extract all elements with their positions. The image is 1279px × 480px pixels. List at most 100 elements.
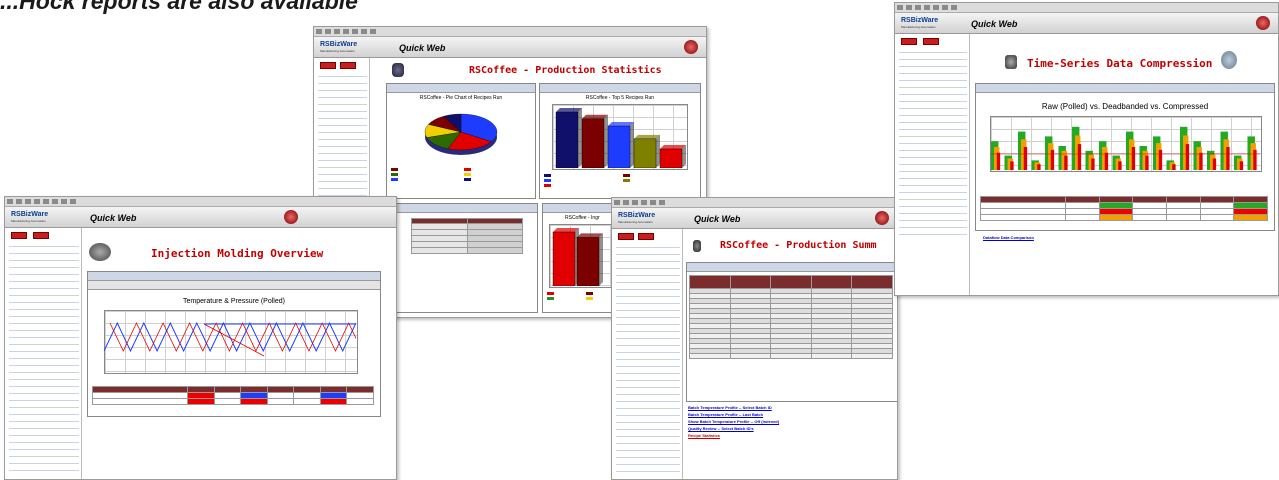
bar-top xyxy=(608,122,634,126)
comparison-link[interactable]: Dataflow Data Comparison xyxy=(983,235,1034,240)
window-injection-molding: RSBizWare Manufacturing Automation Quick … xyxy=(4,196,397,480)
bar-side xyxy=(578,108,582,168)
compressed-bar xyxy=(1091,158,1095,170)
sidebar-button[interactable] xyxy=(923,38,939,45)
report-link[interactable]: Recipe Statistics xyxy=(688,433,779,438)
page-title: RSCoffee - Production Summ xyxy=(720,240,877,251)
trend-line xyxy=(203,323,265,357)
table-row xyxy=(689,353,893,359)
browser-toolbar xyxy=(314,27,706,37)
sidebar-button[interactable] xyxy=(340,62,356,69)
temperature-chart-panel: Temperature & Pressure (Polled) xyxy=(87,271,381,417)
company-emblem-icon xyxy=(1256,16,1270,30)
logo: RSBizWare Manufacturing Automation xyxy=(901,17,939,29)
product-name: Quick Web xyxy=(971,19,1018,29)
navigation-tree[interactable] xyxy=(616,243,680,475)
legend-entry xyxy=(623,174,696,177)
sidebar-button[interactable] xyxy=(618,233,634,240)
bar-side xyxy=(682,144,686,168)
table-cell xyxy=(770,353,812,359)
coffee-icon xyxy=(392,63,404,77)
sidebar-button[interactable] xyxy=(901,38,917,45)
sidebar xyxy=(5,228,82,479)
temperature-pressure-line-chart xyxy=(104,321,356,357)
compressed-bar xyxy=(1037,164,1041,170)
compressed-bar xyxy=(1010,161,1014,170)
summary-table-panel xyxy=(686,262,897,402)
bar-legend xyxy=(544,174,696,187)
report-link[interactable]: Show Batch Temperature Profile -- Off (I… xyxy=(688,419,779,424)
panel-toolbar xyxy=(88,281,380,290)
bar-side xyxy=(599,233,603,286)
browser-toolbar xyxy=(612,198,897,208)
bar-chart-title: RSCoffee - Top 5 Recipes Run xyxy=(585,95,655,101)
chart-title: Raw (Polled) vs. Deadbanded vs. Compress… xyxy=(1041,102,1209,111)
compressed-bar xyxy=(1050,149,1055,170)
ingredients-bar-chart xyxy=(552,228,603,286)
report-link[interactable]: Batch Temperature Profile -- Last Batch xyxy=(688,412,779,417)
legend-entry xyxy=(464,178,531,181)
bar-top xyxy=(660,144,686,149)
sidebar-button[interactable] xyxy=(33,232,49,239)
bar-top xyxy=(577,233,603,238)
table-cell xyxy=(810,353,853,359)
pie-chart-title: RSCoffee - Pie Chart of Recipes Run xyxy=(419,95,503,101)
series-line-temperature xyxy=(109,322,356,352)
sidebar-button[interactable] xyxy=(638,233,654,240)
table-cell xyxy=(689,353,731,359)
sidebar-button[interactable] xyxy=(320,62,336,69)
ingredients-legend xyxy=(547,292,619,300)
ingredients-table-panel xyxy=(396,203,538,313)
compressed-bar xyxy=(1104,152,1109,170)
page-headline: ...Hock reports are also available xyxy=(0,0,358,14)
bar-top xyxy=(556,108,582,112)
logo: RSBizWare Manufacturing Automation xyxy=(11,211,49,223)
sidebar xyxy=(895,34,970,295)
series-line-pressure xyxy=(104,321,356,353)
page-title: RSCoffee - Production Statistics xyxy=(469,65,662,76)
bar xyxy=(552,231,576,286)
report-links: Batch Temperature Profile -- Select Batc… xyxy=(688,405,779,438)
product-name: Quick Web xyxy=(694,214,741,224)
compressed-bar xyxy=(1199,152,1203,170)
bar-top xyxy=(553,228,579,232)
table-row xyxy=(980,214,1268,221)
legend-entry xyxy=(391,168,458,171)
bar xyxy=(555,111,579,168)
navigation-tree[interactable] xyxy=(899,48,967,235)
report-link[interactable]: Batch Temperature Profile -- Select Batc… xyxy=(688,405,779,410)
compressed-bar xyxy=(1158,149,1163,170)
table-header-row xyxy=(689,275,893,289)
app-header: RSBizWare Manufacturing Automation Quick … xyxy=(314,37,706,58)
report-link[interactable]: Quality Review -- Select Batch ID's xyxy=(688,426,779,431)
panel-toolbar xyxy=(540,84,700,93)
product-name: Quick Web xyxy=(90,213,137,223)
page-title: Time-Series Data Compression xyxy=(1027,57,1213,70)
bar-top xyxy=(582,114,608,119)
panel-toolbar xyxy=(976,84,1274,93)
compression-icon xyxy=(1005,55,1017,69)
navigation-tree[interactable] xyxy=(9,242,79,475)
tag-table xyxy=(980,196,1268,221)
bar-side xyxy=(604,114,608,168)
compressed-bar xyxy=(1023,146,1028,170)
compressed-bar xyxy=(1118,161,1122,170)
browser-toolbar xyxy=(5,197,396,207)
legend-entry xyxy=(391,178,458,181)
compressed-bar xyxy=(996,152,1001,170)
pie-chart xyxy=(424,113,498,155)
legend-entry xyxy=(464,173,531,176)
legend-entry xyxy=(391,173,458,176)
compressed-bar xyxy=(1185,144,1190,170)
tag-table xyxy=(92,386,374,405)
bar xyxy=(659,148,683,168)
legend-entry xyxy=(623,179,696,182)
compressed-bar xyxy=(1172,164,1176,170)
sidebar-button[interactable] xyxy=(11,232,27,239)
compression-chart-panel: Raw (Polled) vs. Deadbanded vs. Compress… xyxy=(975,83,1275,231)
window-production-summary: RSBizWare Manufacturing Automation Quick … xyxy=(611,197,898,480)
summary-table xyxy=(689,275,893,359)
bar xyxy=(581,118,605,168)
logo: RSBizWare Manufacturing Automation xyxy=(320,41,358,53)
compression-chart xyxy=(990,126,1260,170)
